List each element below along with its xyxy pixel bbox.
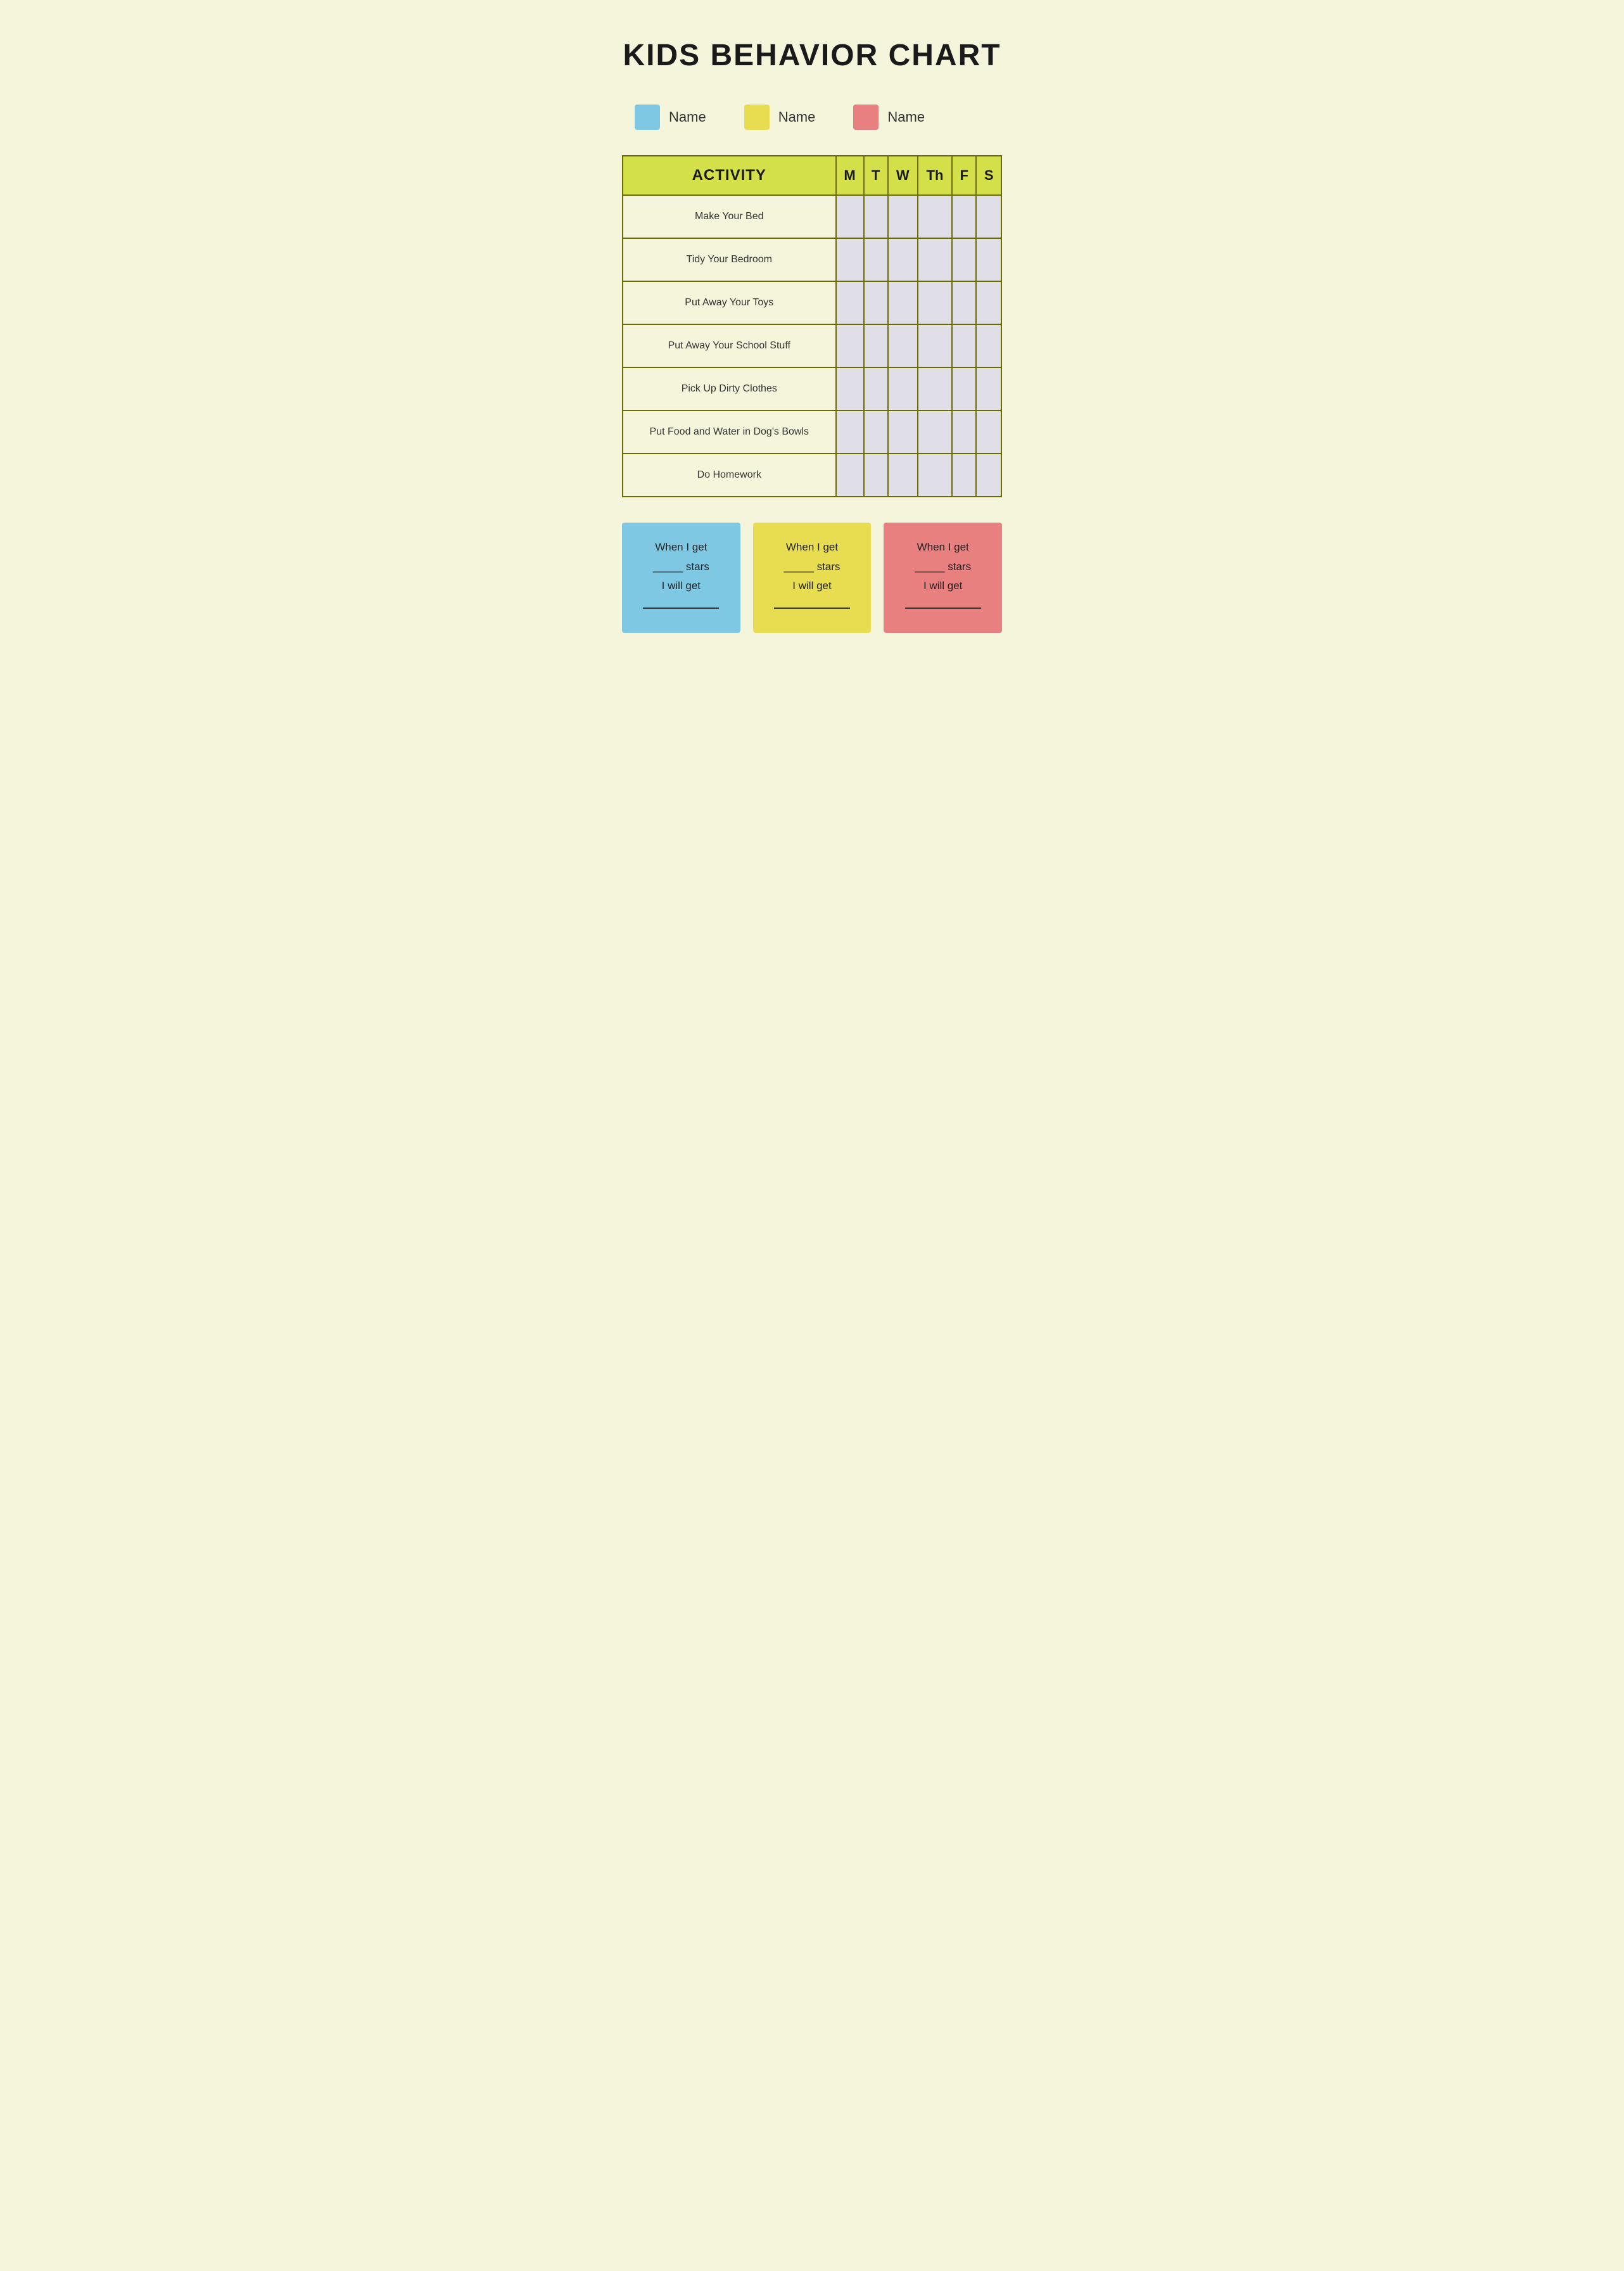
- activity-cell-5: Put Food and Water in Dog's Bowls: [623, 410, 836, 454]
- cell-5-m[interactable]: [836, 410, 864, 454]
- legend-label-pink: Name: [887, 109, 925, 125]
- legend-item-yellow: Name: [744, 105, 816, 130]
- cell-2-m[interactable]: [836, 281, 864, 324]
- cell-6-w[interactable]: [888, 454, 918, 497]
- day-header-s: S: [976, 156, 1001, 195]
- cell-0-m[interactable]: [836, 195, 864, 238]
- cell-1-t[interactable]: [864, 238, 888, 281]
- legend-label-yellow: Name: [778, 109, 816, 125]
- day-header-th: Th: [918, 156, 952, 195]
- cell-2-f[interactable]: [952, 281, 976, 324]
- cell-6-t[interactable]: [864, 454, 888, 497]
- activity-cell-2: Put Away Your Toys: [623, 281, 836, 324]
- cell-0-t[interactable]: [864, 195, 888, 238]
- reward-underline-blue: [643, 608, 719, 609]
- activity-cell-4: Pick Up Dirty Clothes: [623, 367, 836, 410]
- table-row: Put Food and Water in Dog's Bowls: [623, 410, 1001, 454]
- legend-color-yellow: [744, 105, 770, 130]
- cell-2-th[interactable]: [918, 281, 952, 324]
- legend-color-blue: [635, 105, 660, 130]
- cell-6-f[interactable]: [952, 454, 976, 497]
- behavior-table-container: ACTIVITY MTWThFS Make Your BedTidy Your …: [622, 155, 1002, 497]
- cell-3-m[interactable]: [836, 324, 864, 367]
- cell-4-f[interactable]: [952, 367, 976, 410]
- activity-cell-1: Tidy Your Bedroom: [623, 238, 836, 281]
- cell-1-m[interactable]: [836, 238, 864, 281]
- cell-3-f[interactable]: [952, 324, 976, 367]
- table-header-row: ACTIVITY MTWThFS: [623, 156, 1001, 195]
- table-row: Put Away Your Toys: [623, 281, 1001, 324]
- cell-2-t[interactable]: [864, 281, 888, 324]
- day-header-m: M: [836, 156, 864, 195]
- cell-6-s[interactable]: [976, 454, 1001, 497]
- cell-4-s[interactable]: [976, 367, 1001, 410]
- cell-2-w[interactable]: [888, 281, 918, 324]
- legend-item-pink: Name: [853, 105, 925, 130]
- cell-5-f[interactable]: [952, 410, 976, 454]
- table-row: Pick Up Dirty Clothes: [623, 367, 1001, 410]
- cell-6-m[interactable]: [836, 454, 864, 497]
- cell-4-m[interactable]: [836, 367, 864, 410]
- page: KIDS BEHAVIOR CHART Name Name Name ACTIVIT…: [584, 0, 1040, 671]
- cell-1-w[interactable]: [888, 238, 918, 281]
- activity-cell-6: Do Homework: [623, 454, 836, 497]
- reward-line3-yellow: I will get: [792, 580, 831, 592]
- cell-0-s[interactable]: [976, 195, 1001, 238]
- reward-line1-blue: When I get: [655, 541, 707, 553]
- cell-2-s[interactable]: [976, 281, 1001, 324]
- reward-card-blue: When I get _____ stars I will get: [622, 523, 740, 633]
- table-row: Tidy Your Bedroom: [623, 238, 1001, 281]
- reward-underline-pink: [905, 608, 981, 609]
- table-body: Make Your BedTidy Your BedroomPut Away Y…: [623, 195, 1001, 497]
- cell-5-th[interactable]: [918, 410, 952, 454]
- cell-1-f[interactable]: [952, 238, 976, 281]
- reward-line3-blue: I will get: [662, 580, 701, 592]
- cell-5-w[interactable]: [888, 410, 918, 454]
- cell-3-t[interactable]: [864, 324, 888, 367]
- reward-line3-pink: I will get: [923, 580, 962, 592]
- reward-line1-pink: When I get: [917, 541, 969, 553]
- reward-line1-yellow: When I get: [786, 541, 838, 553]
- legend-item-blue: Name: [635, 105, 706, 130]
- cell-0-f[interactable]: [952, 195, 976, 238]
- day-header-t: T: [864, 156, 888, 195]
- cell-6-th[interactable]: [918, 454, 952, 497]
- cell-1-th[interactable]: [918, 238, 952, 281]
- table-row: Make Your Bed: [623, 195, 1001, 238]
- table-row: Do Homework: [623, 454, 1001, 497]
- cell-0-th[interactable]: [918, 195, 952, 238]
- activity-cell-3: Put Away Your School Stuff: [623, 324, 836, 367]
- day-header-w: W: [888, 156, 918, 195]
- cell-3-th[interactable]: [918, 324, 952, 367]
- cell-4-w[interactable]: [888, 367, 918, 410]
- cell-5-t[interactable]: [864, 410, 888, 454]
- cell-3-w[interactable]: [888, 324, 918, 367]
- cell-5-s[interactable]: [976, 410, 1001, 454]
- activity-cell-0: Make Your Bed: [623, 195, 836, 238]
- rewards-section: When I get _____ stars I will get When I…: [622, 523, 1002, 633]
- cell-1-s[interactable]: [976, 238, 1001, 281]
- legend-label-blue: Name: [669, 109, 706, 125]
- legend-color-pink: [853, 105, 879, 130]
- reward-card-yellow: When I get _____ stars I will get: [753, 523, 872, 633]
- reward-card-pink: When I get _____ stars I will get: [884, 523, 1002, 633]
- cell-3-s[interactable]: [976, 324, 1001, 367]
- day-header-f: F: [952, 156, 976, 195]
- cell-4-t[interactable]: [864, 367, 888, 410]
- activity-header: ACTIVITY: [623, 156, 836, 195]
- reward-line2-blue: _____ stars: [653, 561, 709, 573]
- cell-4-th[interactable]: [918, 367, 952, 410]
- table-row: Put Away Your School Stuff: [623, 324, 1001, 367]
- reward-line2-pink: _____ stars: [915, 561, 971, 573]
- cell-0-w[interactable]: [888, 195, 918, 238]
- reward-line2-yellow: _____ stars: [784, 561, 841, 573]
- page-title: KIDS BEHAVIOR CHART: [623, 38, 1001, 73]
- behavior-table: ACTIVITY MTWThFS Make Your BedTidy Your …: [622, 155, 1002, 497]
- legend: Name Name Name: [622, 105, 1002, 130]
- reward-underline-yellow: [774, 608, 850, 609]
